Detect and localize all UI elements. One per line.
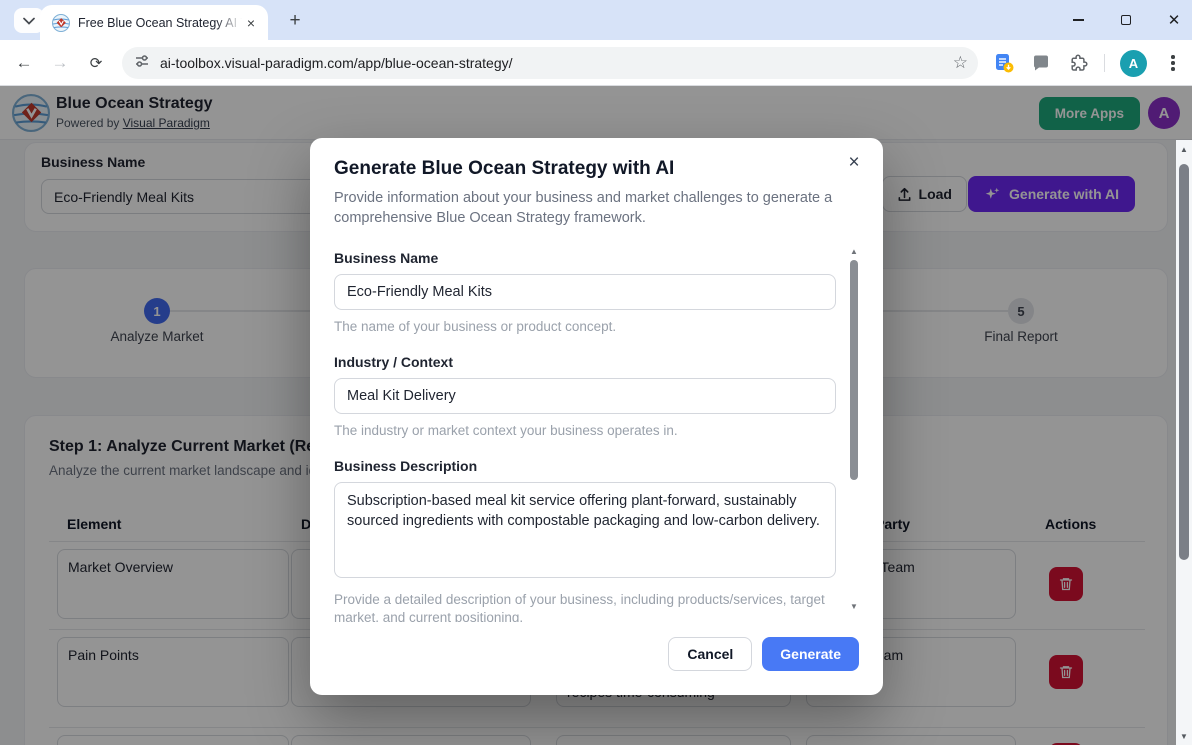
tab-close-icon[interactable]: × <box>242 14 260 32</box>
scroll-up-icon[interactable]: ▲ <box>1176 142 1192 156</box>
forward-button[interactable]: → <box>46 49 74 77</box>
modal-industry-label: Industry / Context <box>334 354 836 370</box>
toolbar-separator <box>1104 54 1105 72</box>
browser-menu-icon[interactable] <box>1162 52 1184 74</box>
modal-scroll-up-icon[interactable]: ▲ <box>849 246 859 256</box>
modal-business-name-label: Business Name <box>334 250 836 266</box>
extensions-puzzle-icon[interactable] <box>1067 52 1089 74</box>
page-scrollbar[interactable]: ▲ ▼ <box>1176 140 1192 745</box>
browser-window: Free Blue Ocean Strategy AI Too × + ✕ ← … <box>0 0 1192 745</box>
scroll-down-icon[interactable]: ▼ <box>1176 729 1192 743</box>
modal-industry-help: The industry or market context your busi… <box>334 422 836 440</box>
site-settings-icon[interactable] <box>134 53 150 74</box>
generate-button[interactable]: Generate <box>762 637 859 671</box>
modal-description: Provide information about your business … <box>334 188 834 228</box>
app-viewport: Blue Ocean Strategy Powered by Visual Pa… <box>0 86 1192 745</box>
close-icon: ✕ <box>1168 13 1181 28</box>
modal-scrollbar[interactable]: ▲ ▼ <box>849 246 859 611</box>
address-bar[interactable]: ai-toolbox.visual-paradigm.com/app/blue-… <box>122 47 978 79</box>
new-tab-button[interactable]: + <box>282 8 308 34</box>
toolbar-right: A <box>993 40 1184 86</box>
window-controls: ✕ <box>1068 0 1184 40</box>
tab-strip: Free Blue Ocean Strategy AI Too × + ✕ <box>0 0 1192 40</box>
modal-scroll-down-icon[interactable]: ▼ <box>849 601 859 611</box>
modal-description-help: Provide a detailed description of your b… <box>334 591 836 622</box>
generate-ai-modal: Generate Blue Ocean Strategy with AI × P… <box>310 138 883 695</box>
maximize-button[interactable] <box>1116 10 1136 30</box>
modal-industry-input[interactable] <box>334 378 836 414</box>
maximize-icon <box>1121 15 1131 25</box>
modal-scrollbar-thumb[interactable] <box>850 260 858 480</box>
page-scrollbar-thumb[interactable] <box>1179 164 1189 560</box>
site-favicon-icon <box>52 14 70 32</box>
browser-toolbar: ← → ⟳ ai-toolbox.visual-paradigm.com/app… <box>0 40 1192 86</box>
modal-form: Business Name The name of your business … <box>334 250 836 622</box>
side-panel-bubble-icon[interactable] <box>1030 52 1052 74</box>
tab-title-fade <box>216 9 242 37</box>
reload-button[interactable]: ⟳ <box>82 49 110 77</box>
url-text: ai-toolbox.visual-paradigm.com/app/blue-… <box>160 55 953 71</box>
cancel-button[interactable]: Cancel <box>668 637 752 671</box>
close-window-button[interactable]: ✕ <box>1164 10 1184 30</box>
modal-footer: Cancel Generate <box>668 637 859 671</box>
modal-business-name-help: The name of your business or product con… <box>334 318 836 336</box>
translate-doc-icon[interactable] <box>993 52 1015 74</box>
modal-description-label: Business Description <box>334 458 836 474</box>
browser-tab[interactable]: Free Blue Ocean Strategy AI Too × <box>40 5 268 40</box>
modal-description-textarea[interactable]: Subscription-based meal kit service offe… <box>334 482 836 578</box>
modal-business-name-input[interactable] <box>334 274 836 310</box>
minimize-button[interactable] <box>1068 10 1088 30</box>
modal-close-icon[interactable]: × <box>841 150 867 176</box>
chevron-down-icon <box>23 17 35 25</box>
back-button[interactable]: ← <box>10 49 38 77</box>
bookmark-star-icon[interactable]: ☆ <box>953 53 968 73</box>
minimize-icon <box>1073 19 1084 20</box>
browser-profile-avatar[interactable]: A <box>1120 50 1147 77</box>
modal-title: Generate Blue Ocean Strategy with AI <box>334 158 674 180</box>
